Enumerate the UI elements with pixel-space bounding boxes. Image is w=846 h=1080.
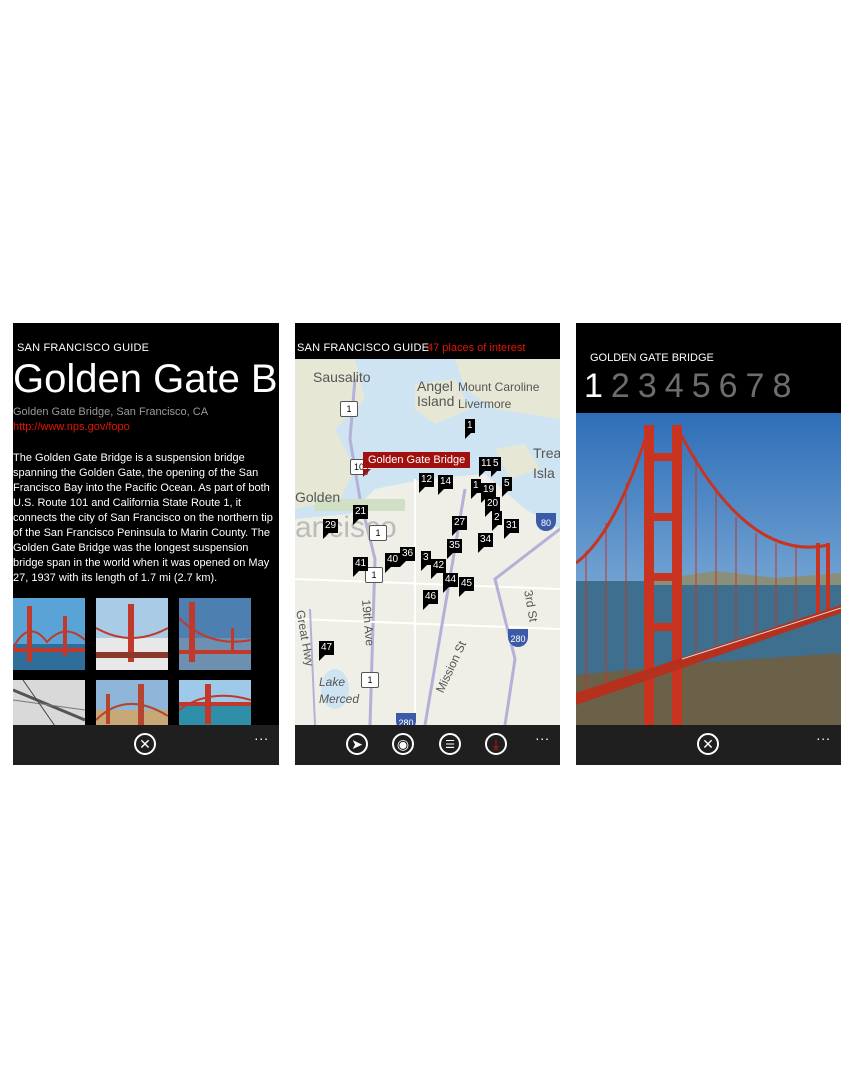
- app-bar: ➤ ◉ ☰ ⤓ ...: [295, 725, 560, 765]
- map-label: Trea Isla: [533, 445, 560, 481]
- photo-thumbnail[interactable]: [13, 598, 85, 670]
- list-icon: ☰: [445, 738, 455, 751]
- pivot-item[interactable]: 5: [692, 367, 711, 405]
- map-label: Golden: [295, 489, 341, 505]
- map-label: Mount Caroline Livermore: [458, 380, 540, 411]
- close-icon: ✕: [702, 735, 714, 752]
- page-title: GOLDEN GATE BRIDGE: [590, 352, 714, 364]
- map-pin[interactable]: 41: [353, 557, 369, 577]
- bridge-photo-icon: [96, 598, 168, 670]
- bridge-photo[interactable]: [576, 413, 841, 725]
- pivot-item[interactable]: 2: [611, 367, 630, 405]
- map-pin[interactable]: 20: [485, 497, 501, 517]
- close-button[interactable]: ✕: [134, 733, 156, 755]
- map-pin[interactable]: 1: [465, 419, 475, 439]
- map-pin[interactable]: 27: [452, 516, 468, 536]
- places-count: 47 places of interest: [427, 342, 526, 354]
- map-pin[interactable]: 12: [419, 473, 435, 493]
- pivot-item[interactable]: 6: [719, 367, 738, 405]
- bridge-photo-icon: [13, 598, 85, 670]
- map-pin[interactable]: 42: [431, 559, 447, 579]
- interstate-shield: 280: [508, 629, 528, 647]
- map-pin[interactable]: 36: [400, 547, 416, 567]
- map-pin[interactable]: 14: [438, 475, 454, 495]
- pivot-item[interactable]: 3: [638, 367, 657, 405]
- app-bar: ✕ ...: [576, 725, 841, 765]
- app-bar: ✕ ...: [13, 725, 279, 765]
- more-button[interactable]: ...: [254, 727, 269, 743]
- page-title: Golden Gate Bri: [13, 357, 279, 401]
- map-pin[interactable]: 47: [319, 641, 335, 661]
- detail-screen: SAN FRANCISCO GUIDE Golden Gate Bri Gold…: [13, 323, 279, 765]
- map-pin[interactable]: 40: [385, 553, 401, 573]
- photo-thumbnail[interactable]: [179, 598, 251, 670]
- route-shield: 1: [361, 672, 379, 688]
- route-shield: 1: [340, 401, 358, 417]
- more-button[interactable]: ...: [816, 727, 831, 743]
- download-icon: ⤓: [492, 735, 500, 752]
- pivot-item[interactable]: 7: [746, 367, 765, 405]
- photo-thumbnail[interactable]: [96, 598, 168, 670]
- website-link[interactable]: http://www.nps.gov/fopo: [13, 421, 130, 433]
- map-pin[interactable]: 46: [423, 590, 439, 610]
- map-pin[interactable]: 29: [323, 519, 339, 539]
- map-pin[interactable]: 31: [504, 519, 520, 539]
- address-text: Golden Gate Bridge, San Francisco, CA: [13, 406, 209, 418]
- map-pin[interactable]: 5: [502, 477, 512, 497]
- map-pin[interactable]: 3: [421, 551, 431, 571]
- pivot-item[interactable]: 1: [584, 367, 603, 405]
- close-button[interactable]: ✕: [697, 733, 719, 755]
- description-text: The Golden Gate Bridge is a suspension b…: [13, 452, 273, 584]
- map-label: Sausalito: [313, 369, 371, 385]
- map-pin[interactable]: 21: [353, 505, 369, 525]
- map-pin[interactable]: 34: [478, 533, 494, 553]
- interstate-shield: 280: [396, 713, 416, 725]
- photo-pivot: 12345678: [584, 367, 799, 406]
- eye-icon: ◉: [396, 735, 410, 752]
- map-pin[interactable]: 2: [492, 511, 502, 531]
- map-screen: SAN FRANCISCO GUIDE 47 places of interes…: [295, 323, 560, 765]
- map-pin[interactable]: 1: [471, 479, 481, 499]
- bridge-photo-icon: [576, 413, 841, 725]
- navigation-arrow-icon: ➤: [351, 735, 363, 752]
- gallery-screen: GOLDEN GATE BRIDGE 12345678 ✕ ...: [576, 323, 841, 765]
- map-view[interactable]: Sausalito Angel Island Mount Caroline Li…: [295, 359, 560, 725]
- location-button[interactable]: ➤: [346, 733, 368, 755]
- bridge-photo-icon: [179, 598, 251, 670]
- route-shield: 1: [369, 525, 387, 541]
- map-pin[interactable]: 5: [491, 457, 501, 477]
- pivot-item[interactable]: 4: [665, 367, 684, 405]
- map-pin[interactable]: 45: [459, 577, 475, 597]
- more-button[interactable]: ...: [535, 727, 550, 743]
- map-pin[interactable]: 44: [443, 573, 459, 593]
- map-pin[interactable]: 35: [447, 539, 463, 559]
- app-title: SAN FRANCISCO GUIDE: [297, 342, 430, 354]
- app-title: SAN FRANCISCO GUIDE: [17, 342, 150, 354]
- map-pin[interactable]: 19: [481, 483, 497, 503]
- selected-place-callout[interactable]: Golden Gate Bridge: [363, 452, 471, 477]
- pivot-item[interactable]: 8: [772, 367, 791, 405]
- list-button[interactable]: ☰: [439, 733, 461, 755]
- download-button[interactable]: ⤓: [485, 733, 507, 755]
- close-icon: ✕: [139, 735, 151, 752]
- view-button[interactable]: ◉: [392, 733, 414, 755]
